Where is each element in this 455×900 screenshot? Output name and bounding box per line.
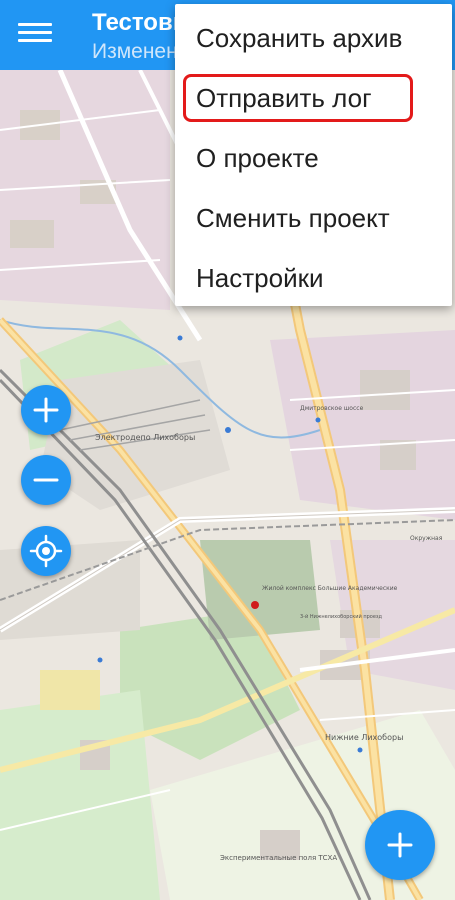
map-label-dmitrovskoe: Дмитровское шоссе	[300, 405, 364, 412]
overflow-menu: Сохранить архив Отправить лог О проекте …	[175, 4, 452, 306]
menu-item-settings[interactable]: Настройки	[175, 248, 452, 308]
map-label-experimental-fields: Экспериментальные поля ТСХА	[220, 854, 337, 862]
crosshair-location-icon	[29, 534, 63, 568]
menu-item-save-archive[interactable]: Сохранить архив	[175, 8, 452, 68]
hamburger-menu-icon[interactable]	[18, 20, 52, 50]
zoom-out-button[interactable]	[21, 455, 71, 505]
map-label-residential-complex: Жилой комплекс Большие Академические	[262, 585, 398, 592]
plus-icon	[33, 397, 59, 423]
my-location-button[interactable]	[21, 526, 71, 576]
map-label-depot: Электродепо Лихоборы	[95, 433, 195, 442]
menu-item-send-log[interactable]: Отправить лог	[175, 68, 452, 128]
map-label-okruzhnaya: Окружная	[410, 535, 443, 542]
menu-item-send-log-label: Отправить лог	[196, 83, 372, 113]
map-label-lower-likhobory: Нижние Лихоборы	[325, 733, 403, 742]
zoom-in-button[interactable]	[21, 385, 71, 435]
minus-icon	[33, 478, 59, 482]
add-point-button[interactable]	[365, 810, 435, 880]
map-label-street: 3-й Нижнелихоборский проезд	[300, 613, 383, 620]
menu-item-about-project[interactable]: О проекте	[175, 128, 452, 188]
plus-icon	[387, 832, 413, 858]
menu-item-change-project[interactable]: Сменить проект	[175, 188, 452, 248]
